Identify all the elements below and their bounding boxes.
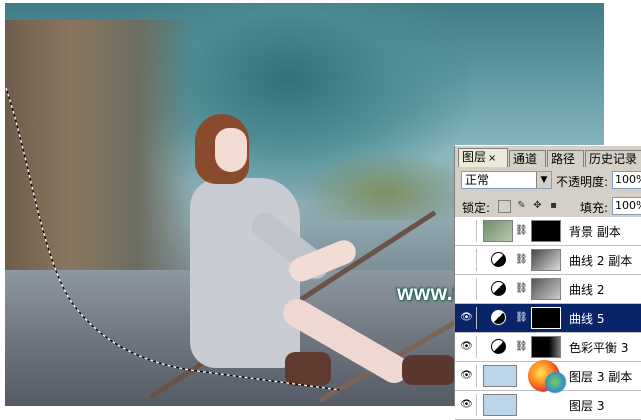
tab-channels-label: 通道 (513, 152, 538, 166)
layer-name: 曲线 2 (569, 283, 605, 297)
tab-layers[interactable]: 图层 × (458, 148, 508, 167)
layer-mask-thumbnail (531, 220, 561, 242)
blend-mode-select[interactable]: 正常 ▼ (461, 171, 552, 189)
chain-link-icon: ⛓ (515, 225, 528, 236)
visibility-toggle[interactable] (457, 278, 477, 300)
layer-row[interactable]: 👁 ⛓ 曲线 5 (455, 304, 641, 333)
tab-history[interactable]: 历史记录 (585, 150, 641, 167)
layer-row[interactable]: ⛓ 曲线 2 副本 (455, 246, 641, 275)
layer-name: 图层 3 副本 (569, 370, 633, 384)
adjustment-layer-icon (491, 310, 506, 325)
eye-icon[interactable]: 👁 (457, 394, 477, 416)
blend-mode-value: 正常 (465, 173, 490, 187)
site-logo-badge-icon (545, 372, 567, 394)
layer-row[interactable]: 👁 ⛓ 色彩平衡 3 (455, 333, 641, 362)
eye-icon[interactable]: 👁 (457, 365, 477, 387)
close-icon[interactable]: × (488, 153, 496, 164)
chain-link-icon: ⛓ (515, 312, 528, 323)
layer-row[interactable]: ⛓ 曲线 2 (455, 275, 641, 304)
chain-link-icon: ⛓ (515, 341, 528, 352)
girl-body (190, 178, 300, 368)
tab-layers-label: 图层 (462, 150, 487, 164)
lock-label: 锁定: (462, 201, 491, 215)
opacity-input[interactable]: 100% (612, 171, 641, 189)
eye-icon[interactable]: 👁 (457, 307, 477, 329)
layer-mask-thumbnail (531, 336, 561, 358)
eye-icon[interactable]: 👁 (457, 336, 477, 358)
lock-transparency-icon[interactable] (498, 200, 511, 213)
chevron-down-icon[interactable]: ▼ (536, 172, 551, 188)
layer-name: 曲线 5 (569, 312, 605, 326)
visibility-toggle[interactable] (457, 220, 477, 242)
lock-icon[interactable]: ▪ (548, 200, 559, 211)
tab-channels[interactable]: 通道 (509, 150, 546, 167)
layer-mask-thumbnail (531, 249, 561, 271)
blend-row: 正常 ▼ 不透明度: 100% (458, 170, 641, 192)
tab-paths[interactable]: 路径 (547, 150, 584, 167)
girl-boot-left (285, 352, 331, 386)
layer-name: 背景 副本 (569, 225, 621, 239)
lock-row: 锁定: ✎ ✥ ▪ 填充: 100% (458, 196, 641, 218)
adjustment-layer-icon (491, 252, 506, 267)
adjustment-layer-icon (491, 281, 506, 296)
layer-thumbnail (483, 394, 517, 416)
opacity-label: 不透明度: (556, 175, 609, 189)
layer-mask-thumbnail (531, 278, 561, 300)
layer-thumbnail (483, 220, 513, 242)
layer-name: 色彩平衡 3 (569, 341, 629, 355)
layer-row[interactable]: ⛓ 背景 副本 (455, 217, 641, 246)
chain-link-icon: ⛓ (515, 283, 528, 294)
adjustment-layer-icon (491, 339, 506, 354)
layer-thumbnail (483, 365, 517, 387)
tab-paths-label: 路径 (551, 152, 576, 166)
tab-history-label: 历史记录 (589, 152, 638, 166)
girl-boot-right (402, 355, 456, 385)
girl-face (215, 128, 247, 172)
visibility-toggle[interactable] (457, 249, 477, 271)
move-icon[interactable]: ✥ (532, 200, 543, 211)
background-bushes (300, 150, 470, 220)
brush-icon[interactable]: ✎ (516, 200, 527, 211)
panel-tabs: 图层 × 通道 路径 历史记录 (455, 148, 641, 167)
canvas-frame-top (0, 0, 604, 3)
chain-link-icon: ⛓ (515, 254, 528, 265)
layer-name: 曲线 2 副本 (569, 254, 633, 268)
fill-label: 填充: (580, 201, 609, 215)
canvas-frame-left (0, 0, 5, 406)
fill-input[interactable]: 100% (612, 197, 641, 215)
layer-mask-thumbnail (531, 307, 561, 329)
